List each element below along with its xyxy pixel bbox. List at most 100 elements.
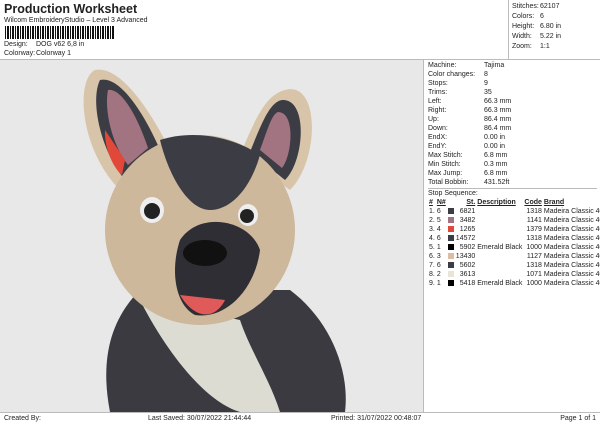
colorway-value: Colorway 1 bbox=[36, 50, 72, 57]
detail-value: 86.4 mm bbox=[484, 116, 512, 123]
colorway-label: Colorway: bbox=[4, 50, 36, 57]
detail-value: 431.52ft bbox=[484, 179, 510, 186]
detail-value: 0.3 mm bbox=[484, 161, 508, 168]
stitches: 14572 bbox=[455, 235, 476, 242]
software-name: Wilcom EmbroideryStudio – Level 3 Advanc… bbox=[4, 17, 148, 24]
last-saved: Last Saved: 30/07/2022 21:44:44 bbox=[148, 415, 252, 422]
design-label: Design: bbox=[4, 41, 28, 48]
detail-value: Tajima bbox=[484, 62, 505, 69]
code: 1318 bbox=[526, 208, 542, 215]
table-row: 1. 6 6821 1318 Madeira Classic 40 bbox=[428, 207, 600, 216]
stop-number: 4. bbox=[429, 235, 435, 242]
column-header: Brand bbox=[543, 199, 565, 206]
detail-value: 8 bbox=[484, 71, 488, 78]
design-value: DOG v62 6,8 in bbox=[36, 41, 85, 48]
stop-sequence-table: # N# St. Description Code Brand 1. 6 6821 1318 Mad… bbox=[428, 198, 600, 288]
color-swatch bbox=[447, 280, 454, 287]
code: 1379 bbox=[526, 226, 542, 233]
design-stats: Stitches:62107 Colors: 6 Height: 6.80 in Widt… bbox=[508, 0, 600, 60]
stitches: 13430 bbox=[455, 253, 476, 260]
color-swatch bbox=[447, 253, 454, 260]
color-swatch-cell bbox=[447, 225, 455, 234]
detail-row: Width: 5.22 in bbox=[512, 32, 597, 42]
table-row: 6. 3 13430 1127 Madeira Classic 40 bbox=[428, 252, 600, 261]
color-swatch-cell bbox=[447, 234, 455, 243]
description bbox=[476, 225, 523, 234]
detail-label: Left: bbox=[428, 98, 442, 105]
column-header: Description bbox=[477, 199, 516, 206]
color-swatch-cell bbox=[447, 252, 455, 261]
stop-number: 2. bbox=[429, 217, 435, 224]
table-row: 3. 4 1265 1379 Madeira Classic 40 bbox=[428, 225, 600, 234]
needle: 5 bbox=[436, 217, 441, 224]
brand: Madeira Classic 40 bbox=[543, 271, 600, 278]
brand: Madeira Classic 40 bbox=[543, 235, 600, 242]
brand: Madeira Classic 40 bbox=[543, 208, 600, 215]
description bbox=[476, 234, 523, 243]
detail-row: Height: 6.80 in bbox=[512, 22, 597, 32]
barcode bbox=[5, 26, 115, 39]
detail-row: Max Stitch: 6.8 mm bbox=[428, 151, 597, 160]
bulldog-embroidery-image bbox=[83, 69, 346, 412]
code: 1127 bbox=[526, 253, 542, 260]
detail-row: Down: 86.4 mm bbox=[428, 124, 597, 133]
detail-row: Machine: Tajima bbox=[428, 61, 597, 70]
stitches: 1265 bbox=[459, 226, 476, 233]
brand: Madeira Classic 40 bbox=[543, 244, 600, 251]
color-swatch bbox=[447, 226, 454, 233]
detail-label: Right: bbox=[428, 107, 447, 114]
color-swatch bbox=[447, 262, 454, 269]
detail-row: Color changes: 8 bbox=[428, 70, 597, 79]
detail-value: 9 bbox=[484, 80, 488, 87]
column-header: St. bbox=[466, 199, 476, 206]
description bbox=[476, 261, 523, 270]
detail-row: Up: 86.4 mm bbox=[428, 115, 597, 124]
design-details-panel: Machine: Tajima Color changes: 8 Stops: 9 Trim… bbox=[425, 60, 600, 412]
needle: 2 bbox=[436, 271, 441, 278]
detail-label: Max Jump: bbox=[428, 170, 463, 177]
description: Emerald Black bbox=[477, 280, 523, 287]
detail-row: Left: 66.3 mm bbox=[428, 97, 597, 106]
color-swatch-cell bbox=[447, 261, 455, 270]
detail-value: 6.80 in bbox=[540, 23, 562, 30]
page-number: Page 1 of 1 bbox=[560, 415, 596, 422]
brand: Madeira Classic 40 bbox=[543, 280, 600, 287]
stop-number: 8. bbox=[429, 271, 435, 278]
detail-row: Total Bobbin: 431.52ft bbox=[428, 178, 597, 187]
description bbox=[476, 270, 523, 279]
detail-label: Max Stitch: bbox=[428, 152, 463, 159]
detail-value: 86.4 mm bbox=[484, 125, 512, 132]
detail-value: 1:1 bbox=[540, 43, 550, 50]
needle: 6 bbox=[436, 262, 441, 269]
code: 1000 bbox=[526, 280, 542, 287]
detail-value: 66.3 mm bbox=[484, 107, 512, 114]
color-swatch bbox=[447, 217, 454, 224]
brand: Madeira Classic 40 bbox=[543, 262, 600, 269]
stitches: 3482 bbox=[459, 217, 476, 224]
printed-date: Printed: 31/07/2022 00:48:07 bbox=[331, 415, 422, 422]
stop-number: 3. bbox=[429, 226, 435, 233]
stitches: 6821 bbox=[459, 208, 476, 215]
detail-label: Width: bbox=[512, 33, 532, 40]
column-header: N# bbox=[436, 199, 446, 206]
detail-label: Height: bbox=[512, 23, 535, 30]
description bbox=[476, 216, 523, 225]
page-title: Production Worksheet bbox=[4, 2, 138, 16]
detail-row: Min Stitch: 0.3 mm bbox=[428, 160, 597, 169]
color-swatch-cell bbox=[447, 207, 455, 216]
needle: 1 bbox=[436, 244, 441, 251]
detail-value: 0.00 in bbox=[484, 143, 506, 150]
stitches: 5902 bbox=[459, 244, 476, 251]
description bbox=[476, 252, 523, 261]
detail-value: 66.3 mm bbox=[484, 98, 512, 105]
table-row: 4. 6 14572 1318 Madeira Classic 40 bbox=[428, 234, 600, 243]
detail-row: Zoom: 1:1 bbox=[512, 42, 597, 52]
color-swatch-cell bbox=[447, 279, 455, 288]
worksheet-header: Production Worksheet Wilcom EmbroiderySt… bbox=[0, 0, 600, 60]
color-swatch bbox=[447, 208, 454, 215]
detail-row: Stitches:62107 bbox=[512, 2, 597, 12]
detail-label: Stops: bbox=[428, 80, 448, 87]
color-swatch bbox=[447, 244, 454, 251]
detail-row: Right: 66.3 mm bbox=[428, 106, 597, 115]
detail-row: Stops: 9 bbox=[428, 79, 597, 88]
